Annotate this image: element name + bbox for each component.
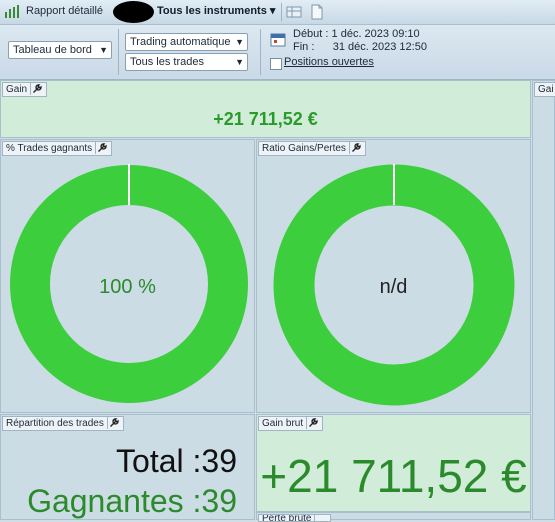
trade-distribution-title: Répartition des trades [2, 416, 124, 431]
gross-gain-panel: Gain brut +21 711,52 € [256, 414, 531, 512]
window-title: Rapport détaillé [26, 5, 104, 17]
chevron-down-icon: ▼ [99, 45, 108, 55]
ratio-title-label: Ratio Gains/Pertes [262, 143, 346, 154]
wrench-icon[interactable] [95, 142, 108, 154]
open-positions-label[interactable]: Positions ouvertes [284, 56, 374, 68]
filter-toolbar: Tableau de bord ▼ Trading automatique ▼ … [0, 25, 555, 80]
table-icon[interactable] [285, 3, 303, 21]
end-date-value: 31 déc. 2023 12:50 [332, 41, 427, 53]
calendar-icon[interactable] [270, 31, 286, 47]
document-icon[interactable] [308, 3, 326, 21]
titlebar: Rapport détaillé Tous les instruments ▾ [0, 0, 555, 25]
winning-trades-count-label: Gagnantes : [27, 483, 202, 519]
winning-trades-count: Gagnantes :39 [27, 483, 237, 520]
gain-right-panel: Gai [532, 80, 555, 520]
winning-trades-panel: % Trades gagnants 100 % [0, 139, 255, 413]
chart-icon [5, 5, 19, 18]
winning-trades-value: 100 % [99, 276, 156, 298]
ratio-panel: Ratio Gains/Pertes n/d [256, 139, 531, 413]
total-trades-label: Total : [116, 443, 202, 479]
end-date: Fin : 31 déc. 2023 12:50 [293, 41, 427, 53]
trade-distribution-title-label: Répartition des trades [6, 418, 104, 429]
chevron-down-icon: ▼ [235, 37, 244, 47]
winning-trades-count-value: 39 [201, 483, 237, 519]
start-date-value: 1 déc. 2023 09:10 [331, 28, 420, 40]
wrench-icon[interactable] [30, 83, 43, 95]
winning-trades-title-label: % Trades gagnants [6, 143, 93, 154]
wrench-icon[interactable] [314, 515, 327, 521]
wrench-icon[interactable] [306, 417, 319, 429]
gain-right-title: Gai [534, 82, 555, 97]
end-date-label: Fin : [293, 41, 315, 53]
trades-filter-value: Tous les trades [130, 56, 204, 68]
gross-loss-panel: Perte brute [256, 512, 531, 522]
redacted-account [113, 1, 154, 23]
view-select-value: Tableau de bord [13, 44, 92, 56]
toolbar-separator [260, 29, 261, 75]
gross-gain-title: Gain brut [258, 416, 324, 431]
total-trades: Total :39 [116, 443, 237, 480]
ratio-panel-title: Ratio Gains/Pertes [258, 141, 366, 156]
trade-distribution-panel: Répartition des trades Total :39 Gagnant… [0, 414, 255, 520]
instruments-dropdown[interactable]: Tous les instruments ▾ [157, 4, 275, 17]
wrench-icon[interactable] [106, 417, 120, 429]
gross-gain-value: +21 711,52 € [260, 450, 527, 502]
gross-loss-title: Perte brute [258, 514, 332, 522]
gain-panel-title: Gain [2, 82, 48, 97]
gain-right-title-label: Gai [538, 84, 554, 95]
winning-trades-title: % Trades gagnants [2, 141, 113, 156]
trades-filter-select[interactable]: Tous les trades ▼ [125, 53, 248, 71]
trading-mode-select[interactable]: Trading automatique ▼ [125, 33, 248, 51]
start-date: Début : 1 déc. 2023 09:10 [293, 28, 420, 40]
gain-value: +21 711,52 € [213, 109, 318, 129]
gross-loss-title-label: Perte brute [262, 514, 312, 522]
view-select[interactable]: Tableau de bord ▼ [8, 41, 112, 59]
trading-mode-value: Trading automatique [130, 36, 231, 48]
gain-panel: Gain +21 711,52 € [0, 80, 531, 138]
chevron-down-icon: ▼ [235, 57, 244, 67]
ratio-value: n/d [379, 276, 408, 298]
toolbar-separator [118, 29, 119, 75]
start-date-label: Début : [293, 28, 329, 40]
gross-gain-title-label: Gain brut [262, 418, 304, 429]
gain-title-label: Gain [6, 84, 28, 95]
total-trades-value: 39 [201, 443, 237, 479]
wrench-icon[interactable] [348, 142, 362, 154]
titlebar-separator [281, 3, 282, 21]
open-positions-checkbox[interactable] [270, 58, 282, 70]
